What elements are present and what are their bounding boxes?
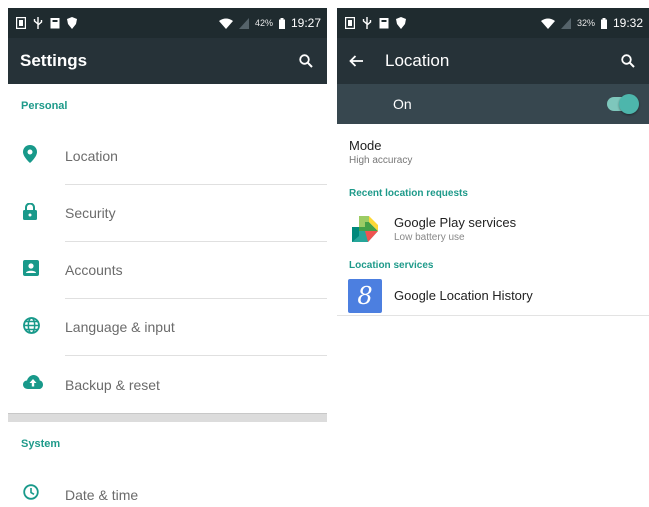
wifi-icon bbox=[218, 18, 233, 29]
usb-icon bbox=[33, 17, 43, 29]
icon-letter: 8 bbox=[357, 281, 373, 310]
section-header-personal: Personal bbox=[21, 100, 68, 112]
back-arrow-icon[interactable] bbox=[349, 55, 363, 67]
app-name: Google Play services bbox=[394, 215, 517, 230]
search-icon[interactable] bbox=[295, 50, 317, 72]
sim-card-icon bbox=[345, 17, 355, 29]
search-icon[interactable] bbox=[617, 50, 639, 72]
page-title: Location bbox=[385, 51, 450, 70]
status-bar: 32% 19:32 bbox=[337, 8, 649, 38]
settings-item-label: Accounts bbox=[65, 262, 123, 278]
storage-icon bbox=[379, 17, 389, 29]
settings-item-accounts[interactable]: Accounts bbox=[8, 242, 327, 299]
battery-percent: 42% bbox=[254, 18, 273, 28]
service-name: Google Location History bbox=[394, 288, 533, 303]
globe-icon bbox=[23, 316, 40, 339]
clock-icon bbox=[23, 484, 39, 505]
recent-request-google-play-services[interactable]: Google Play services Low battery use bbox=[337, 204, 649, 254]
switch-label: On bbox=[393, 96, 412, 112]
section-header-recent-requests: Recent location requests bbox=[349, 187, 468, 199]
settings-item-date-time[interactable]: Date & time bbox=[8, 466, 327, 507]
battery-icon bbox=[278, 17, 285, 29]
lock-icon bbox=[23, 201, 37, 225]
page-title: Settings bbox=[20, 51, 88, 70]
sim-card-icon bbox=[16, 17, 26, 29]
section-header-system: System bbox=[21, 438, 61, 450]
usb-icon bbox=[362, 17, 372, 29]
settings-item-label: Backup & reset bbox=[65, 376, 160, 393]
google-location-history-icon: 8 bbox=[348, 278, 382, 313]
account-icon bbox=[23, 260, 39, 281]
toggle-knob bbox=[619, 94, 639, 114]
app-bar: Settings bbox=[8, 38, 327, 84]
cloud-upload-icon bbox=[23, 375, 43, 394]
settings-item-location[interactable]: Location bbox=[8, 128, 327, 185]
section-divider bbox=[8, 413, 327, 422]
signal-icon bbox=[560, 17, 571, 29]
battery-icon bbox=[600, 17, 607, 29]
mode-value: High accuracy bbox=[349, 155, 413, 166]
shield-icon bbox=[67, 17, 77, 29]
app-bar: Location bbox=[337, 38, 649, 84]
mode-title: Mode bbox=[349, 138, 382, 153]
battery-percent: 32% bbox=[576, 18, 595, 28]
settings-item-language-input[interactable]: Language & input bbox=[8, 299, 327, 356]
mode-setting[interactable]: Mode High accuracy bbox=[337, 124, 649, 182]
settings-item-backup-reset[interactable]: Backup & reset bbox=[8, 356, 327, 413]
clock-time: 19:32 bbox=[612, 16, 643, 30]
settings-item-label: Language & input bbox=[65, 319, 175, 335]
app-battery-use: Low battery use bbox=[394, 232, 465, 243]
google-play-services-icon bbox=[348, 212, 382, 246]
location-service-google-location-history[interactable]: 8 Google Location History bbox=[337, 276, 649, 316]
status-bar: 42% 19:27 bbox=[8, 8, 327, 38]
clock-time: 19:27 bbox=[290, 16, 321, 30]
settings-item-label: Location bbox=[65, 148, 118, 164]
section-header-location-services: Location services bbox=[349, 259, 434, 271]
location-screen: 32% 19:32 Location On Mode High accuracy… bbox=[337, 8, 649, 507]
wifi-icon bbox=[540, 18, 555, 29]
settings-item-label: Security bbox=[65, 205, 116, 221]
settings-item-security[interactable]: Security bbox=[8, 185, 327, 242]
signal-icon bbox=[238, 17, 249, 29]
location-master-switch[interactable]: On bbox=[337, 84, 649, 124]
shield-icon bbox=[396, 17, 406, 29]
settings-item-label: Date & time bbox=[65, 486, 139, 503]
location-pin-icon bbox=[23, 145, 37, 168]
location-toggle[interactable] bbox=[607, 94, 639, 114]
settings-screen: 42% 19:27 Settings Personal Location Sec… bbox=[8, 8, 327, 507]
storage-icon bbox=[50, 17, 60, 29]
